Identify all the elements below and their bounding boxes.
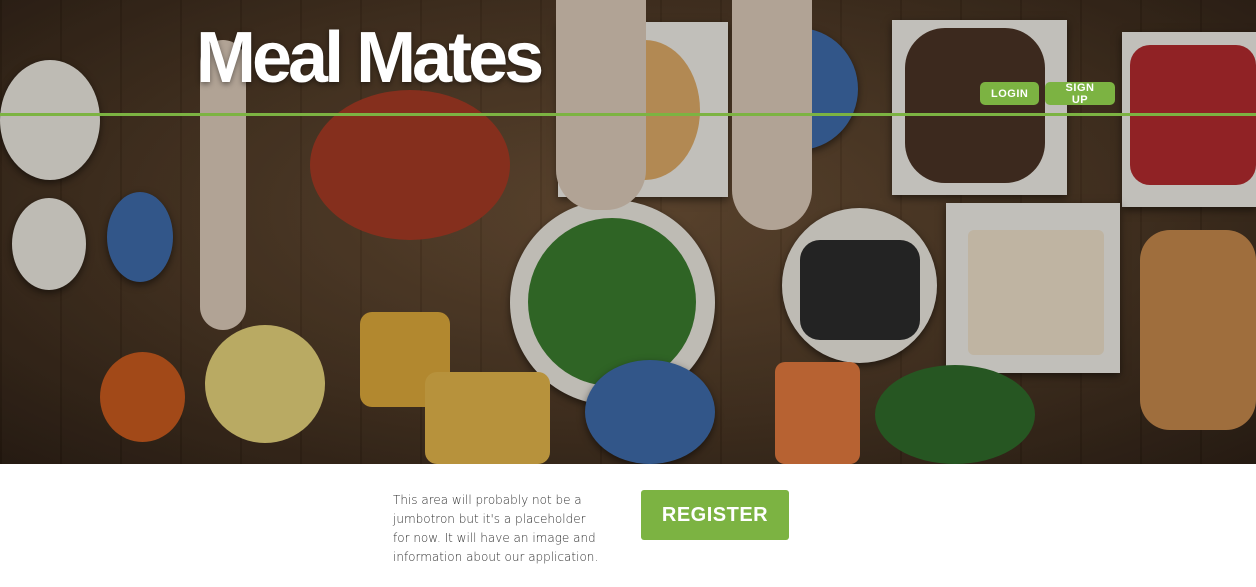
info-text: This area will probably not be a jumbotr… bbox=[393, 493, 599, 564]
hero-overlay bbox=[0, 0, 1256, 464]
register-button[interactable]: REGISTER bbox=[641, 490, 789, 540]
hero-banner: Meal Mates LOGIN SIGN UP bbox=[0, 0, 1256, 464]
login-button[interactable]: LOGIN bbox=[980, 82, 1039, 105]
header-divider bbox=[0, 113, 1256, 116]
brand-logo[interactable]: Meal Mates bbox=[196, 22, 544, 94]
signup-button[interactable]: SIGN UP bbox=[1045, 82, 1115, 106]
